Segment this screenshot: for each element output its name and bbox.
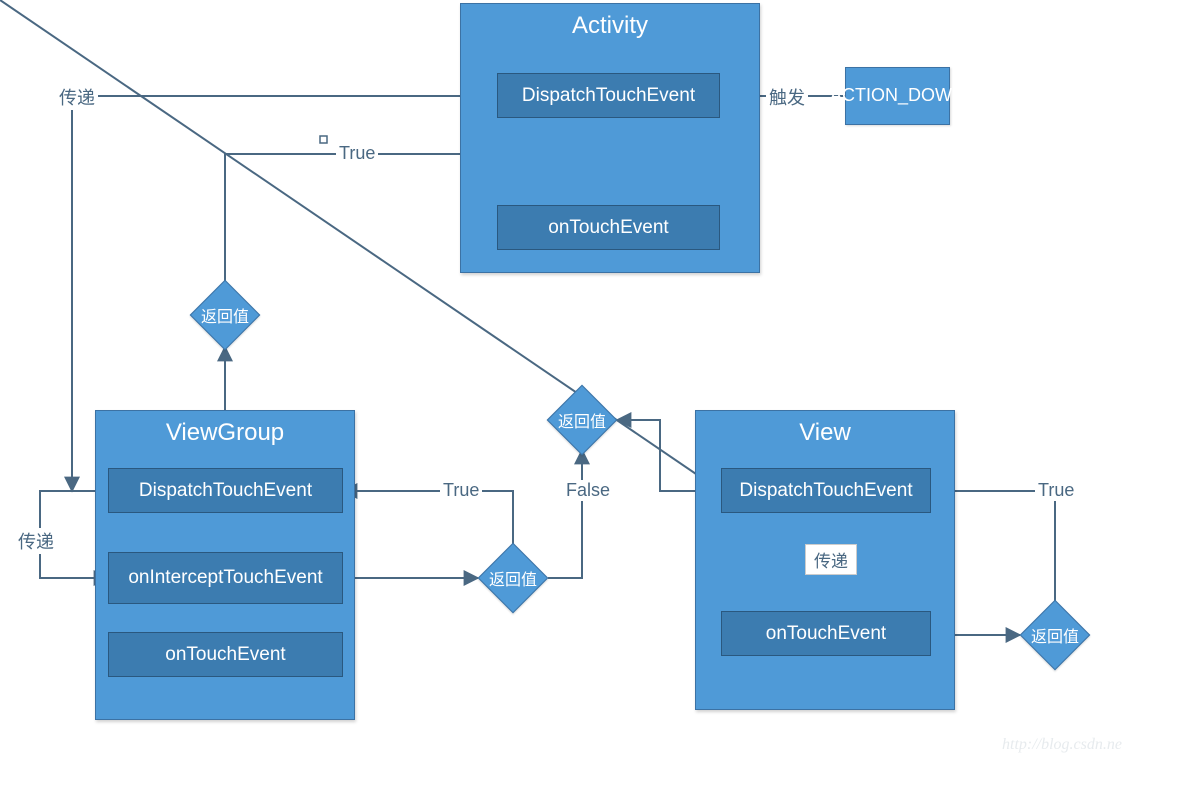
diamond-return-3: 返回值 <box>478 543 548 613</box>
label-pass-top: 传递 <box>56 84 98 110</box>
action-down-box: ACTION_DOWN <box>845 67 950 125</box>
diamond-return-3-label: 返回值 <box>478 543 548 613</box>
view-ontouch: onTouchEvent <box>721 611 931 656</box>
view-dispatch: DispatchTouchEvent <box>721 468 931 513</box>
diamond-return-2: 返回值 <box>547 385 617 455</box>
label-trigger: 触发 <box>766 84 808 110</box>
label-pass-left: 传递 <box>15 528 57 554</box>
label-false-1: False <box>563 480 613 501</box>
view-title: View <box>696 419 954 447</box>
action-down-label: ACTION_DOWN <box>830 86 965 106</box>
label-true-1: True <box>336 143 378 164</box>
label-true-2: True <box>440 480 482 501</box>
activity-dispatch: DispatchTouchEvent <box>497 73 720 118</box>
activity-title: Activity <box>461 12 759 40</box>
viewgroup-intercept: onInterceptTouchEvent <box>108 552 343 604</box>
diamond-return-4: 返回值 <box>1020 600 1090 670</box>
label-pass-view: 传递 <box>805 544 857 575</box>
viewgroup-ontouch: onTouchEvent <box>108 632 343 677</box>
diamond-return-1-label: 返回值 <box>190 280 260 350</box>
viewgroup-dispatch: DispatchTouchEvent <box>108 468 343 513</box>
label-true-3: True <box>1035 480 1077 501</box>
diamond-return-2-label: 返回值 <box>547 385 617 455</box>
diamond-return-4-label: 返回值 <box>1020 600 1090 670</box>
diamond-return-1: 返回值 <box>190 280 260 350</box>
watermark-text: http://blog.csdn.ne <box>1002 736 1122 754</box>
activity-ontouch: onTouchEvent <box>497 205 720 250</box>
viewgroup-title: ViewGroup <box>96 419 354 447</box>
